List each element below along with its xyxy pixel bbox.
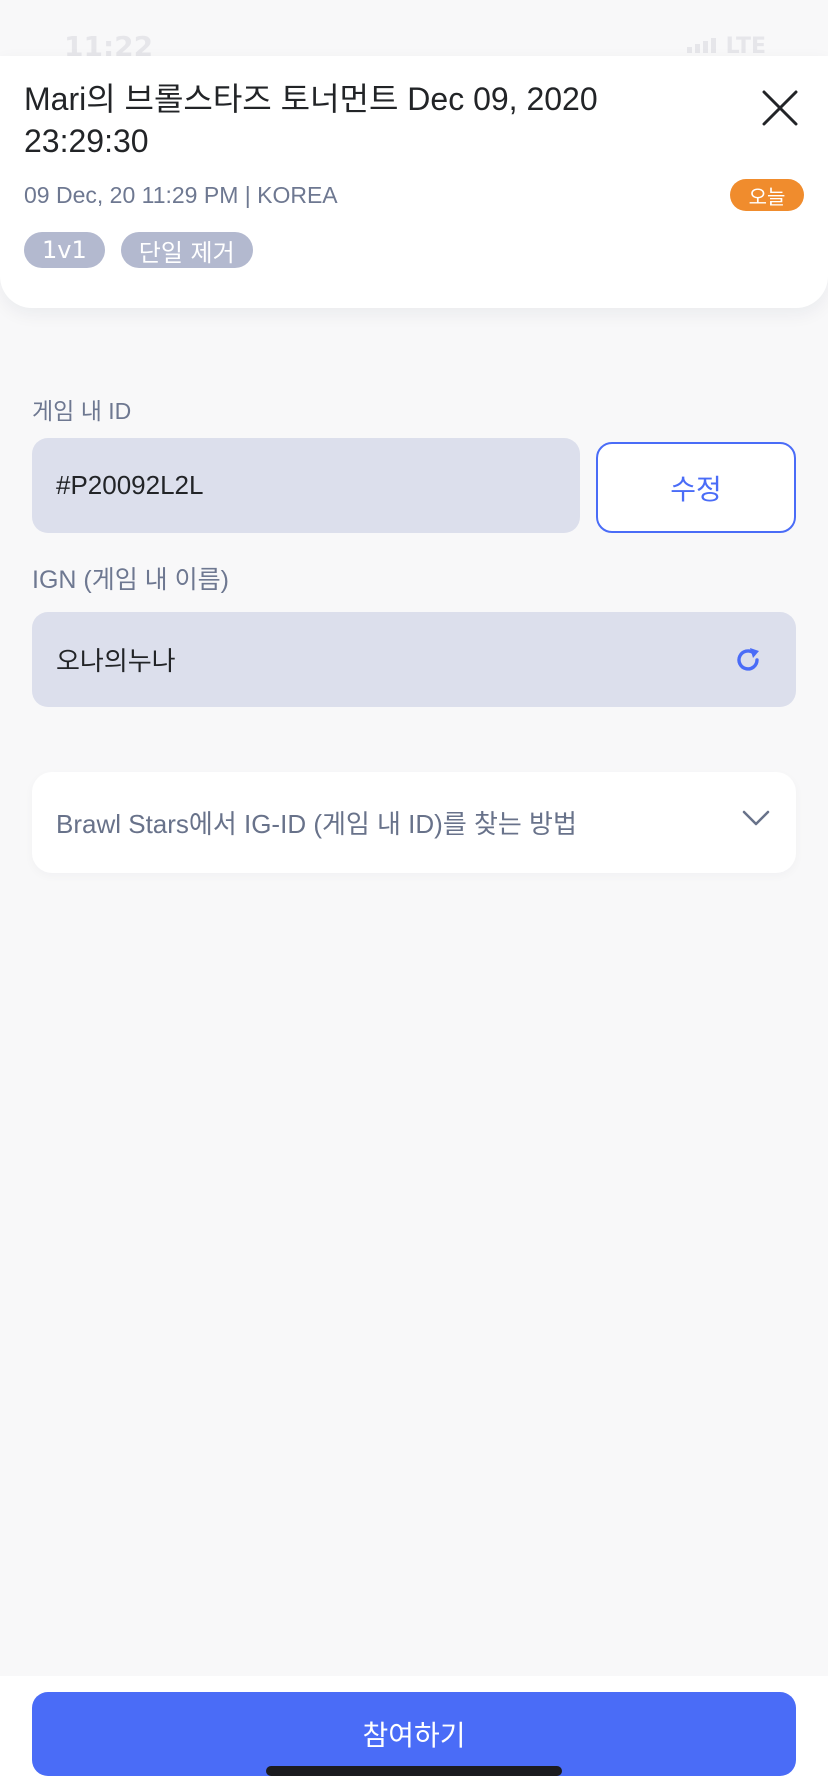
ingame-id-help-accordion[interactable]: Brawl Stars에서 IG-ID (게임 내 ID)를 찾는 방법	[32, 772, 796, 873]
accordion-label: Brawl Stars에서 IG-ID (게임 내 ID)를 찾는 방법	[56, 809, 577, 839]
tag-bracket: 단일 제거	[120, 232, 253, 268]
tournament-meta: 09 Dec, 20 11:29 PM | KOREA	[24, 182, 338, 208]
tournament-title: Mari의 브롤스타즈 토너먼트 Dec 09, 2020 23:29:30	[24, 81, 598, 159]
ingame-id-field[interactable]: #P20092L2L	[32, 438, 580, 533]
tag-format: 1v1	[24, 232, 105, 268]
refresh-button[interactable]	[732, 644, 764, 676]
tournament-header: Mari의 브롤스타즈 토너먼트 Dec 09, 2020 23:29:30 0…	[0, 56, 828, 308]
close-button[interactable]	[756, 84, 804, 132]
ign-label: IGN (게임 내 이름)	[32, 566, 229, 594]
chevron-down-icon	[742, 810, 770, 826]
tournament-join-screen: 11:22 LTE Mari의 브롤스타즈 토너먼트 Dec 09, 2020 …	[0, 0, 828, 1792]
ingame-id-label: 게임 내 ID	[32, 398, 132, 424]
today-badge: 오늘	[730, 179, 804, 211]
join-button[interactable]: 참여하기	[32, 1692, 796, 1776]
signal-icon	[687, 38, 716, 53]
status-bar: 11:22 LTE	[0, 0, 828, 63]
edit-button[interactable]: 수정	[596, 442, 796, 533]
home-indicator	[266, 1766, 562, 1776]
refresh-icon	[737, 648, 759, 671]
ign-field[interactable]: 오나의누나	[32, 612, 796, 707]
tournament-tags: 1v1 단일 제거	[24, 232, 253, 268]
close-icon	[762, 90, 798, 126]
